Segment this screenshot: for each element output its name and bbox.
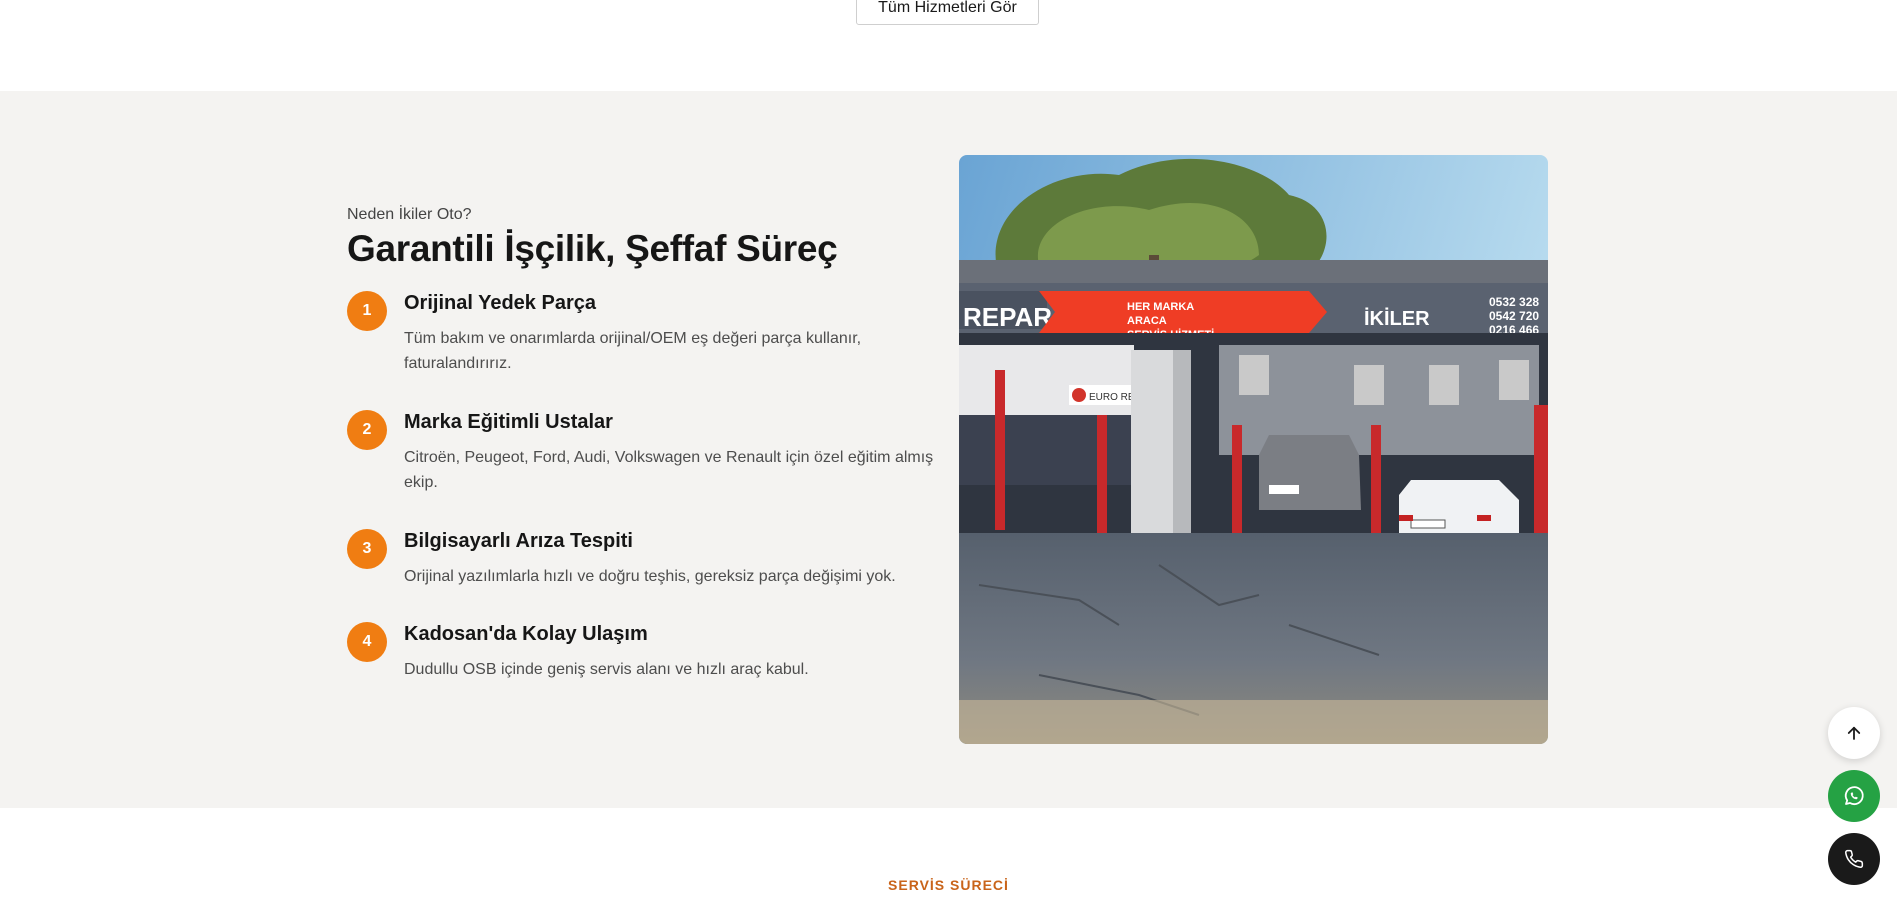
feature-description: Orijinal yazılımlarla hızlı ve doğru teş… — [404, 568, 896, 585]
top-strip: Tüm Hizmetleri Gör — [0, 0, 1897, 91]
photo-banner-line2: ARACA — [1127, 315, 1167, 327]
why-title: Garantili İşçilik, Şeffaf Süreç — [347, 228, 838, 269]
photo-banner-line1: HER MARKA — [1127, 301, 1194, 313]
call-button[interactable] — [1828, 833, 1880, 885]
whatsapp-button[interactable] — [1828, 770, 1880, 822]
scroll-to-top-button[interactable] — [1828, 707, 1880, 759]
photo-sign-left: REPAR — [963, 302, 1052, 332]
feature-number-badge: 2 — [347, 410, 387, 450]
photo-phone2: 0542 720 — [1489, 309, 1539, 323]
whatsapp-icon — [1844, 786, 1864, 806]
workshop-photo: REPAR HER MARKA ARACA SERVİS HİZMETİ İKİ… — [959, 155, 1548, 744]
all-services-button[interactable]: Tüm Hizmetleri Gör — [856, 0, 1039, 25]
feature-description: Tüm bakım ve onarımlarda orijinal/OEM eş… — [404, 330, 862, 372]
arrow-up-icon — [1847, 726, 1861, 740]
feature-title: Kadosan'da Kolay Ulaşım — [404, 623, 648, 645]
phone-icon — [1845, 849, 1864, 868]
feature-number-badge: 4 — [347, 622, 387, 662]
feature-number-badge: 3 — [347, 529, 387, 569]
process-eyebrow: SERVİS SÜRECİ — [888, 877, 1009, 893]
photo-sign-brand: İKİLER — [1364, 307, 1430, 330]
why-section: Neden İkiler Oto? Garantili İşçilik, Şef… — [0, 91, 1897, 808]
feature-title: Orijinal Yedek Parça — [404, 292, 596, 314]
feature-number-badge: 1 — [347, 291, 387, 331]
why-eyebrow: Neden İkiler Oto? — [347, 206, 472, 223]
feature-description: Citroën, Peugeot, Ford, Audi, Volkswagen… — [404, 449, 934, 491]
feature-title: Marka Eğitimli Ustalar — [404, 411, 613, 433]
feature-description: Dudullu OSB içinde geniş servis alanı ve… — [404, 661, 809, 678]
photo-phone1: 0532 328 — [1489, 295, 1539, 309]
feature-title: Bilgisayarlı Arıza Tespiti — [404, 530, 633, 552]
